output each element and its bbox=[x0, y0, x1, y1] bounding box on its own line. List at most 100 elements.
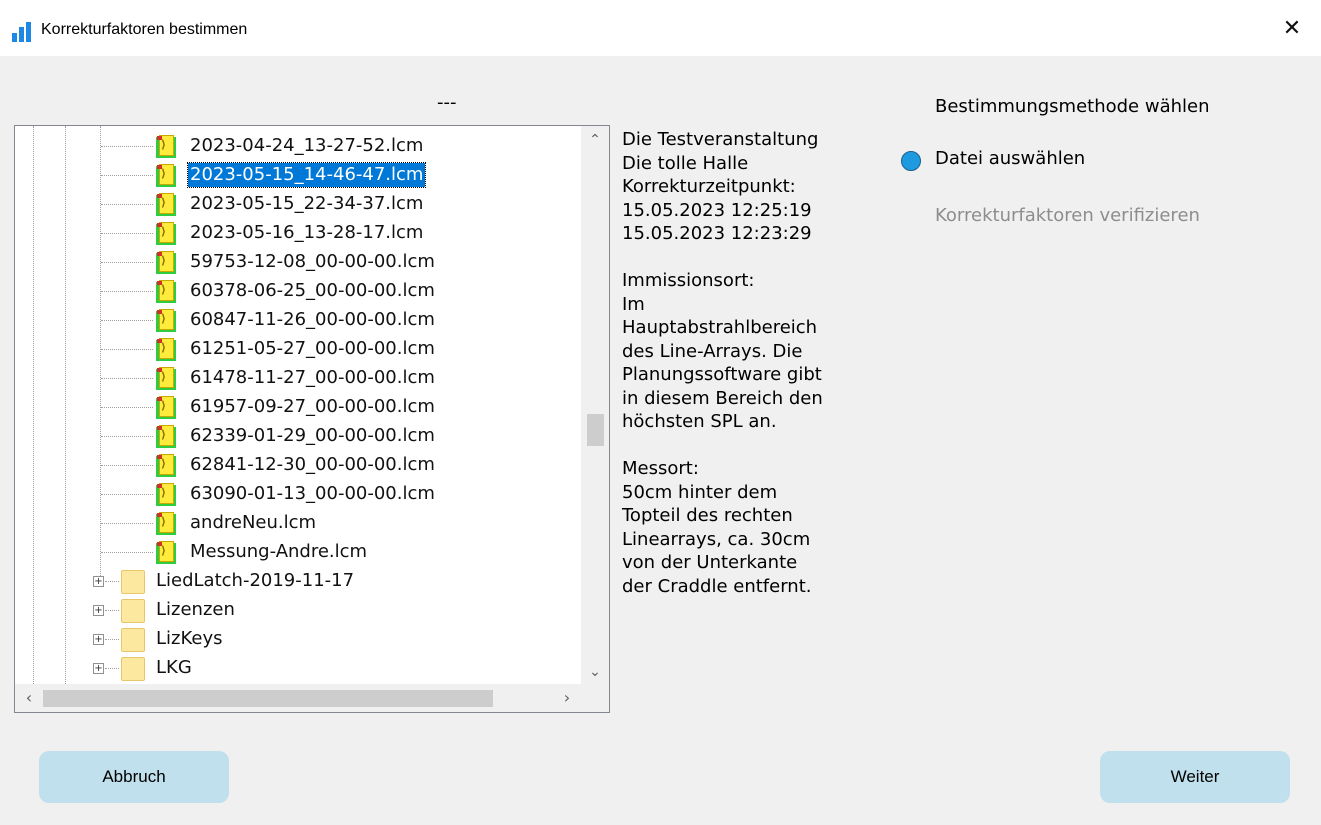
description-line: Topteil des rechten bbox=[622, 505, 793, 526]
tree-connector bbox=[105, 668, 119, 669]
file-tree[interactable]: ⟩ 2023-04-24_13-27-52.lcm ⟩ 2023-05-15_14-4… bbox=[14, 125, 610, 713]
description-line: Die Testveranstaltung bbox=[622, 129, 819, 150]
horizontal-scrollbar[interactable]: ‹ › bbox=[15, 684, 581, 712]
tree-file-label[interactable]: andreNeu.lcm bbox=[190, 511, 316, 535]
description-line: Linearrays, ca. 30cm bbox=[622, 528, 811, 550]
tree-file-label[interactable]: 63090-01-13_00-00-00.lcm bbox=[190, 482, 435, 506]
tree-file-row[interactable]: ⟩ 61478-11-27_00-00-00.lcm bbox=[15, 364, 581, 393]
tree-folder-label[interactable]: LizKeys bbox=[156, 627, 223, 651]
tree-file-label[interactable]: 62841-12-30_00-00-00.lcm bbox=[190, 453, 435, 477]
description-line: Hauptabstrahlbereich bbox=[622, 317, 818, 338]
tree-file-row[interactable]: ⟩ 61957-09-27_00-00-00.lcm bbox=[15, 393, 581, 422]
tree-folder-row[interactable]: + LiedLatch-2019-11-17 bbox=[15, 567, 581, 596]
close-icon[interactable]: ✕ bbox=[1277, 14, 1307, 44]
verify-option-disabled: Korrekturfaktoren verifizieren bbox=[935, 205, 1200, 226]
description-paragraph: Die Testveranstaltung Die tolle Halle Korr… bbox=[622, 128, 882, 246]
tree-file-row[interactable]: ⟩ 2023-05-16_13-28-17.lcm bbox=[15, 219, 581, 248]
tree-connector bbox=[101, 552, 153, 553]
tree-folder-label[interactable]: LiedLatch-2019-11-17 bbox=[156, 569, 354, 593]
tree-file-row[interactable]: ⟩ 62339-01-29_00-00-00.lcm bbox=[15, 422, 581, 451]
tree-file-label[interactable]: 2023-05-15_22-34-37.lcm bbox=[190, 192, 423, 216]
tree-content: ⟩ 2023-04-24_13-27-52.lcm ⟩ 2023-05-15_14-4… bbox=[15, 126, 581, 686]
tree-file-label[interactable]: 60847-11-26_00-00-00.lcm bbox=[190, 308, 435, 332]
description-line: Im bbox=[622, 293, 645, 315]
tree-file-row[interactable]: ⟩ 62841-12-30_00-00-00.lcm bbox=[15, 451, 581, 480]
plus-box-icon[interactable]: + bbox=[93, 663, 104, 674]
folder-icon bbox=[121, 628, 145, 652]
tree-connector bbox=[101, 349, 153, 350]
lcm-file-icon: ⟩ bbox=[156, 309, 176, 332]
tree-file-label[interactable]: 61251-05-27_00-00-00.lcm bbox=[190, 337, 435, 361]
lcm-file-icon: ⟩ bbox=[156, 483, 176, 506]
next-button[interactable]: Weiter bbox=[1100, 751, 1290, 803]
chart-bars-icon bbox=[12, 22, 34, 42]
tree-folder-row[interactable]: + Lizenzen bbox=[15, 596, 581, 625]
description-line: Die tolle Halle bbox=[622, 152, 749, 174]
tree-file-row[interactable]: ⟩ 59753-12-08_00-00-00.lcm bbox=[15, 248, 581, 277]
lcm-file-icon: ⟩ bbox=[156, 280, 176, 303]
description-line: 15.05.2023 12:23:29 bbox=[622, 223, 812, 244]
tree-file-label[interactable]: 61957-09-27_00-00-00.lcm bbox=[190, 395, 435, 419]
tree-connector bbox=[101, 436, 153, 437]
lcm-file-icon: ⟩ bbox=[156, 367, 176, 390]
scroll-up-icon[interactable]: ⌃ bbox=[581, 126, 609, 154]
tree-folder-label[interactable]: LKG bbox=[156, 656, 192, 680]
plus-box-icon[interactable]: + bbox=[93, 634, 104, 645]
tree-connector bbox=[101, 523, 153, 524]
cancel-button[interactable]: Abbruch bbox=[39, 751, 229, 803]
tree-connector bbox=[101, 146, 153, 147]
folder-icon bbox=[121, 599, 145, 623]
tree-folder-row[interactable]: + LKG bbox=[15, 654, 581, 683]
lcm-file-icon: ⟩ bbox=[156, 425, 176, 448]
tree-file-row[interactable]: ⟩ andreNeu.lcm bbox=[15, 509, 581, 538]
tree-file-label[interactable]: Messung-Andre.lcm bbox=[190, 540, 367, 564]
tree-connector bbox=[101, 291, 153, 292]
description-paragraph: Messort: 50cm hinter dem Topteil des recht… bbox=[622, 457, 882, 598]
tree-file-label[interactable]: 60378-06-25_00-00-00.lcm bbox=[190, 279, 435, 303]
description-line: Messort: bbox=[622, 458, 699, 479]
title-bar: Korrekturfaktoren bestimmen ✕ bbox=[0, 0, 1321, 56]
tree-file-row[interactable]: ⟩ 2023-05-15_14-46-47.lcm bbox=[15, 161, 581, 190]
tree-connector bbox=[105, 639, 119, 640]
tree-file-label[interactable]: 62339-01-29_00-00-00.lcm bbox=[190, 424, 435, 448]
tree-file-label[interactable]: 2023-05-15_14-46-47.lcm bbox=[186, 162, 427, 188]
plus-box-icon[interactable]: + bbox=[93, 576, 104, 587]
scroll-left-icon[interactable]: ‹ bbox=[15, 684, 43, 712]
description-line: höchsten SPL an. bbox=[622, 411, 777, 432]
tree-file-row[interactable]: ⟩ 2023-05-15_22-34-37.lcm bbox=[15, 190, 581, 219]
description-line: in diesem Bereich den bbox=[622, 387, 823, 409]
tree-file-label[interactable]: 61478-11-27_00-00-00.lcm bbox=[190, 366, 435, 390]
description-line: 15.05.2023 12:25:19 bbox=[622, 199, 812, 221]
tree-connector bbox=[101, 378, 153, 379]
tree-file-label[interactable]: 59753-12-08_00-00-00.lcm bbox=[190, 250, 435, 274]
vertical-scrollbar[interactable]: ⌃ ⌄ bbox=[581, 126, 609, 686]
tree-file-row[interactable]: ⟩ 60847-11-26_00-00-00.lcm bbox=[15, 306, 581, 335]
radio-select-file-label[interactable]: Datei auswählen bbox=[935, 148, 1085, 169]
tree-file-row[interactable]: ⟩ 2023-04-24_13-27-52.lcm bbox=[15, 132, 581, 161]
tree-file-row[interactable]: ⟩ 60378-06-25_00-00-00.lcm bbox=[15, 277, 581, 306]
folder-icon bbox=[121, 657, 145, 681]
tree-folder-row[interactable]: + LizKeys bbox=[15, 625, 581, 654]
vertical-scroll-thumb[interactable] bbox=[587, 413, 604, 446]
tree-header: --- bbox=[437, 92, 457, 113]
horizontal-scroll-thumb[interactable] bbox=[43, 690, 493, 707]
tree-file-row[interactable]: ⟩ Messung-Andre.lcm bbox=[15, 538, 581, 567]
lcm-file-icon: ⟩ bbox=[156, 396, 176, 419]
description-panel: Die Testveranstaltung Die tolle Halle Korr… bbox=[622, 128, 882, 622]
description-line: Planungssoftware gibt bbox=[622, 364, 822, 385]
lcm-file-icon: ⟩ bbox=[156, 541, 176, 564]
radio-selected-icon[interactable] bbox=[901, 151, 921, 171]
tree-folder-label[interactable]: Lizenzen bbox=[156, 598, 235, 622]
tree-file-row[interactable]: ⟩ 63090-01-13_00-00-00.lcm bbox=[15, 480, 581, 509]
scroll-right-icon[interactable]: › bbox=[553, 684, 581, 712]
tree-file-label[interactable]: 2023-04-24_13-27-52.lcm bbox=[190, 134, 423, 158]
tree-file-row[interactable]: ⟩ 61251-05-27_00-00-00.lcm bbox=[15, 335, 581, 364]
tree-file-label[interactable]: 2023-05-16_13-28-17.lcm bbox=[190, 221, 423, 245]
lcm-file-icon: ⟩ bbox=[156, 135, 176, 158]
description-line: 50cm hinter dem bbox=[622, 481, 778, 503]
scrollbar-corner bbox=[581, 684, 609, 712]
description-line: von der Unterkante bbox=[622, 552, 798, 573]
scroll-down-icon[interactable]: ⌄ bbox=[581, 658, 609, 686]
plus-box-icon[interactable]: + bbox=[93, 605, 104, 616]
lcm-file-icon: ⟩ bbox=[156, 512, 176, 535]
